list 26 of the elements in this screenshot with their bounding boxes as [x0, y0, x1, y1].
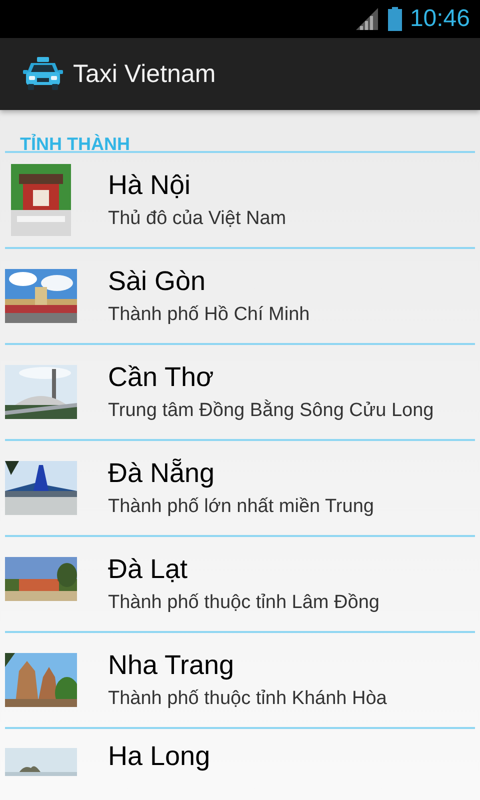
section-header: TỈNH THÀNH — [19, 132, 131, 151]
city-item[interactable]: Sài Gòn Thành phố Hồ Chí Minh — [0, 249, 480, 343]
city-description: Thành phố Hồ Chí Minh — [108, 303, 310, 327]
city-name: Sài Gòn — [108, 265, 207, 297]
city-name: Đà Nẵng — [108, 457, 216, 489]
city-description: Trung tâm Đồng Bằng Sông Cửu Long — [108, 399, 434, 423]
city-description: Thành phố thuộc tỉnh Khánh Hòa — [108, 687, 387, 711]
city-name: Cần Thơ — [108, 361, 215, 393]
city-description: Thành phố lớn nhất miền Trung — [108, 495, 374, 519]
city-item[interactable]: Cần Thơ Trung tâm Đồng Bằng Sông Cửu Long — [0, 345, 480, 439]
city-item[interactable]: Đà Lạt Thành phố thuộc tỉnh Lâm Đồng — [0, 537, 480, 631]
taxi-icon — [23, 57, 63, 91]
city-name: Ha Long — [108, 740, 210, 772]
city-name: Hà Nội — [108, 169, 192, 201]
city-item[interactable]: Đà Nẵng Thành phố lớn nhất miền Trung — [0, 441, 480, 535]
battery-icon — [388, 7, 402, 31]
city-item[interactable]: Hà Nội Thủ đô của Việt Nam — [0, 153, 480, 247]
status-time: 10:46 — [410, 5, 470, 33]
app-title: Taxi Vietnam — [73, 60, 216, 88]
signal-icon — [356, 8, 378, 30]
city-item[interactable]: Ha Long — [0, 729, 480, 776]
city-name: Nha Trang — [108, 649, 236, 681]
city-description: Thành phố thuộc tỉnh Lâm Đồng — [108, 591, 380, 615]
city-name: Đà Lạt — [108, 553, 189, 585]
city-description: Thủ đô của Việt Nam — [108, 207, 286, 231]
city-item[interactable]: Nha Trang Thành phố thuộc tỉnh Khánh Hòa — [0, 633, 480, 727]
